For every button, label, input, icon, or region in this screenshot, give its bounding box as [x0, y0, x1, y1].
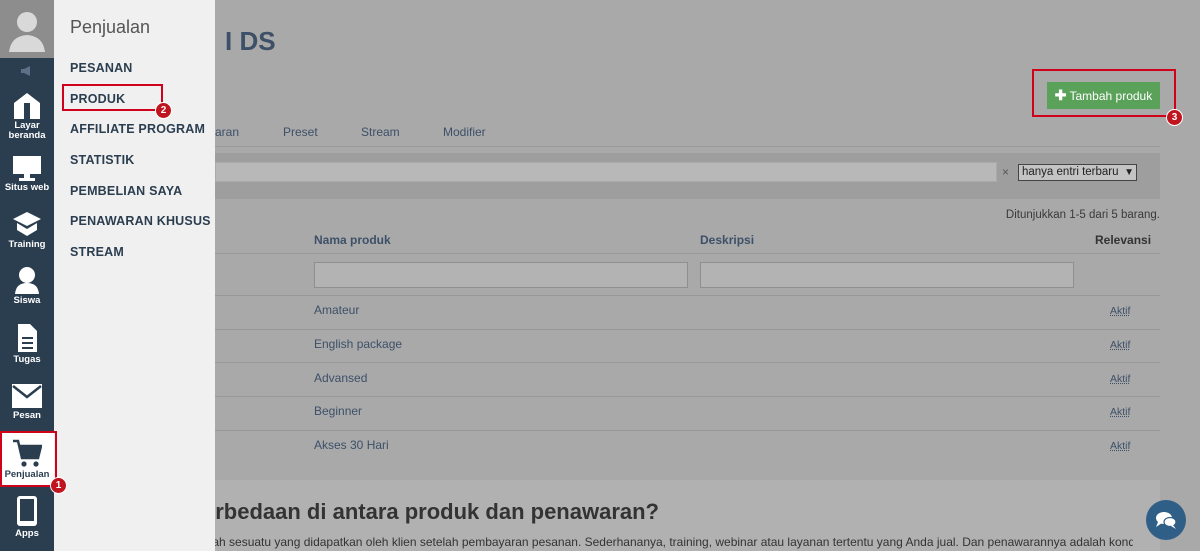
highlight-produk	[62, 84, 163, 111]
step-badge-3: 3	[1166, 109, 1183, 126]
search-input[interactable]	[215, 162, 997, 182]
tab-divider	[215, 146, 1160, 147]
status-link[interactable]: Aktif	[1110, 373, 1130, 385]
page-title: I DS	[225, 26, 276, 56]
row-divider	[215, 253, 1160, 254]
rail-item-training[interactable]: Training	[0, 210, 54, 250]
menu-item-pembelian-saya[interactable]: PEMBELIAN SAYA	[70, 184, 182, 198]
monitor-icon	[13, 156, 41, 181]
rail-item-home[interactable]: Layar beranda	[0, 91, 54, 141]
tab-penawaran[interactable]: aran	[215, 125, 239, 139]
status-link[interactable]: Aktif	[1110, 339, 1130, 351]
tab-stream[interactable]: Stream	[361, 125, 400, 139]
status-link[interactable]: Aktif	[1110, 305, 1130, 317]
user-avatar-icon	[9, 12, 45, 52]
product-name-link[interactable]: Beginner	[314, 404, 362, 418]
clear-search-icon[interactable]: ×	[1002, 165, 1009, 179]
status-link[interactable]: Aktif	[1110, 406, 1130, 418]
entries-filter-select[interactable]: hanya entri terbaru ▼	[1018, 164, 1137, 181]
envelope-icon	[12, 384, 42, 408]
menu-item-affiliate-program[interactable]: AFFILIATE PROGRAM	[70, 122, 205, 136]
faq-text: alah sesuatu yang didapatkan oleh klien …	[203, 535, 1133, 549]
row-divider	[215, 295, 1160, 296]
entries-filter-value: hanya entri terbaru	[1022, 166, 1119, 178]
rail-label-students: Siswa	[13, 295, 41, 306]
menu-item-stream[interactable]: STREAM	[70, 245, 124, 259]
menu-item-penawaran-khusus[interactable]: PENAWARAN KHUSUS	[70, 214, 211, 228]
document-icon	[18, 324, 37, 352]
flyout-title: Penjualan	[70, 17, 151, 37]
product-name-link[interactable]: English package	[314, 337, 402, 351]
menu-item-pesanan[interactable]: PESANAN	[70, 61, 133, 75]
status-link[interactable]: Aktif	[1110, 440, 1130, 452]
row-divider	[215, 430, 1160, 431]
rail-item-apps[interactable]: Apps	[0, 495, 54, 539]
rail-item-tasks[interactable]: Tugas	[0, 323, 54, 365]
rail-item-messages[interactable]: Pesan	[0, 383, 54, 421]
rail-label-home-2: beranda	[8, 130, 46, 141]
sales-flyout-menu: Penjualan PESANAN PRODUK AFFILIATE PROGR…	[54, 0, 215, 551]
megaphone-icon[interactable]	[0, 58, 54, 84]
product-name-link[interactable]: Amateur	[314, 303, 359, 317]
column-header-relevance: Relevansi	[1095, 233, 1152, 247]
row-divider	[215, 396, 1160, 397]
chat-button[interactable]	[1146, 500, 1186, 540]
row-divider	[215, 362, 1160, 363]
rail-label-training: Training	[8, 239, 46, 250]
faq-title: erbedaan di antara produk dan penawaran?	[203, 499, 659, 524]
tab-preset[interactable]: Preset	[283, 125, 318, 139]
chat-icon	[1156, 512, 1177, 529]
chevron-down-icon: ▼	[1124, 167, 1134, 178]
step-badge-2: 2	[155, 102, 172, 119]
home-icon	[14, 93, 40, 119]
product-name-link[interactable]: Advansed	[314, 371, 367, 385]
avatar[interactable]	[0, 0, 54, 58]
highlight-sales	[0, 431, 57, 487]
user-icon	[15, 267, 39, 294]
menu-item-statistik[interactable]: STATISTIK	[70, 153, 135, 167]
graduation-cap-icon	[13, 212, 41, 236]
product-name-link[interactable]: Akses 30 Hari	[314, 438, 389, 452]
step-badge-1: 1	[50, 477, 67, 494]
column-header-description[interactable]: Deskripsi	[700, 233, 754, 247]
phone-icon	[17, 496, 37, 526]
rail-item-website[interactable]: Situs web	[0, 155, 54, 193]
rail-label-apps: Apps	[15, 528, 39, 539]
results-count: Ditunjukkan 1-5 dari 5 barang.	[1005, 209, 1160, 221]
rail-label-tasks: Tugas	[13, 354, 41, 365]
row-divider	[215, 329, 1160, 330]
column-header-name[interactable]: Nama produk	[314, 233, 391, 247]
name-filter-input[interactable]	[314, 262, 688, 288]
tab-modifier[interactable]: Modifier	[443, 125, 486, 139]
rail-item-students[interactable]: Siswa	[0, 266, 54, 306]
rail-label-website: Situs web	[4, 182, 50, 193]
highlight-add-product	[1032, 69, 1176, 117]
description-filter-input[interactable]	[700, 262, 1074, 288]
rail-label-messages: Pesan	[13, 410, 41, 421]
